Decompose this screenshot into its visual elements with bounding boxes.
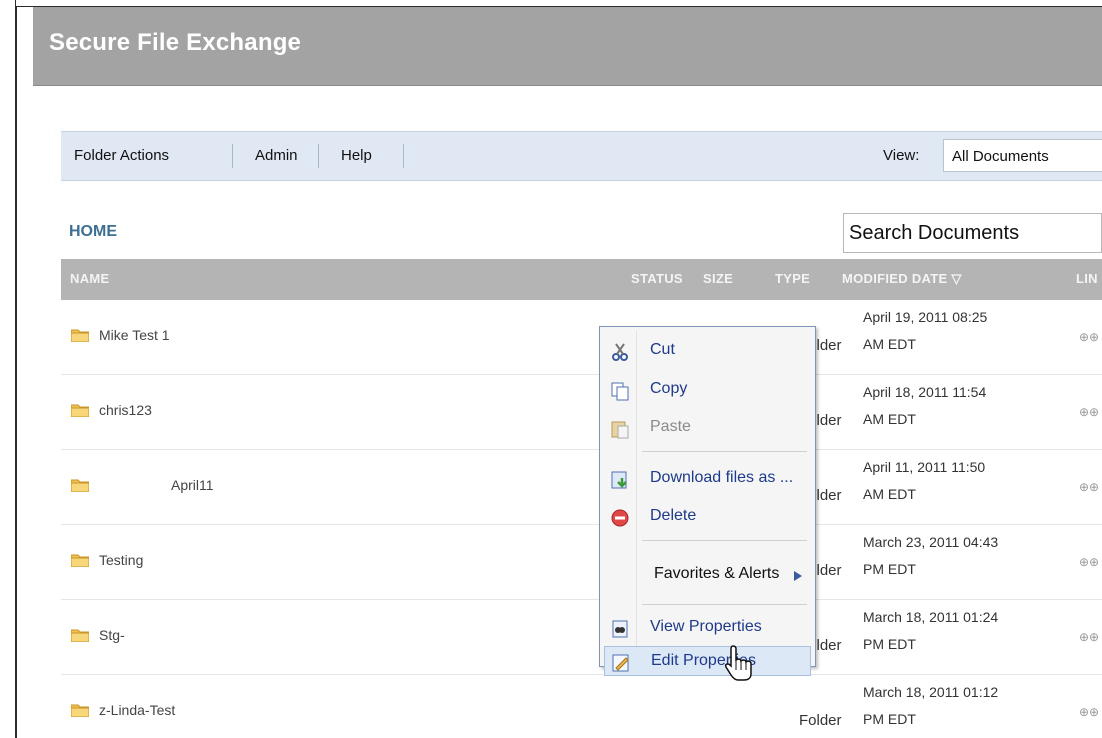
date-line: AM EDT (863, 411, 916, 427)
menu-item-label: Download files as ... (650, 469, 794, 486)
table-header: NAME STATUS SIZE TYPE MODIFIED DATE ▽ LI… (61, 259, 1102, 300)
menu-separator (642, 540, 807, 541)
menu-bar: Folder Actions Admin Help View: All Docu… (61, 131, 1102, 181)
link-icon[interactable]: ⊕⊕ (1079, 405, 1099, 419)
view-select[interactable]: All Documents (943, 139, 1102, 172)
date-line: AM EDT (863, 336, 916, 352)
menu-item-label: View Properties (650, 618, 762, 635)
row-type: Folder (799, 712, 842, 729)
row-modified-date: April 19, 2011 08:25 AM EDT (863, 304, 987, 358)
date-line: April 11, 2011 11:50 (863, 459, 986, 475)
folder-icon (71, 554, 89, 567)
menu-folder-actions[interactable]: Folder Actions (74, 147, 169, 164)
column-modified-date-header[interactable]: MODIFIED DATE ▽ (842, 271, 962, 287)
menu-item-label: Paste (650, 418, 691, 435)
menu-item-label: Copy (650, 380, 688, 397)
row-modified-date: April 11, 2011 11:50 AM EDT (863, 454, 985, 508)
edit-icon (612, 654, 629, 672)
row-modified-date: March 23, 2011 04:43 PM EDT (863, 529, 998, 583)
table-row[interactable]: Mike Test 1 Folder April 19, 2011 08:25 A… (61, 300, 1102, 375)
folder-icon (71, 479, 89, 492)
menu-item-cut[interactable]: Cut (604, 336, 811, 366)
menu-item-copy[interactable]: Copy (604, 375, 811, 405)
date-line: PM EDT (863, 711, 916, 727)
menu-item-label: Favorites & Alerts (654, 565, 780, 582)
date-line: PM EDT (863, 636, 916, 652)
date-line: March 23, 2011 04:43 (863, 534, 999, 550)
folder-icon (71, 629, 89, 642)
column-link-header[interactable]: LIN (1076, 271, 1098, 286)
menu-divider (403, 144, 404, 168)
app-title: Secure File Exchange (49, 29, 302, 56)
submenu-arrow-icon (794, 571, 802, 581)
context-menu: Cut Copy Paste Download files as ... Del… (599, 326, 816, 676)
hand-cursor-icon (724, 645, 752, 681)
date-line: April 18, 2011 11:54 (863, 384, 987, 400)
menu-divider (318, 144, 319, 168)
menu-item-download[interactable]: Download files as ... (604, 464, 811, 494)
link-icon[interactable]: ⊕⊕ (1079, 330, 1099, 344)
folder-icon (71, 329, 89, 342)
delete-icon (611, 509, 629, 527)
link-icon[interactable]: ⊕⊕ (1079, 555, 1099, 569)
date-line: March 18, 2011 01:12 (863, 684, 999, 700)
paste-icon (611, 421, 629, 439)
menu-separator (642, 451, 807, 452)
app-frame: Secure File Exchange Folder Actions Admi… (33, 7, 1102, 738)
window-left-border (0, 0, 17, 738)
table-row[interactable]: April11 Folder April 11, 2011 11:50 AM ED… (61, 450, 1102, 525)
row-name[interactable]: Testing (99, 552, 143, 568)
date-line: AM EDT (863, 486, 916, 502)
scissors-icon (612, 343, 628, 361)
view-label: View: (883, 147, 920, 164)
menu-item-label: Delete (650, 507, 697, 524)
row-modified-date: March 18, 2011 01:12 PM EDT (863, 679, 998, 733)
row-modified-date: April 18, 2011 11:54 AM EDT (863, 379, 986, 433)
folder-icon (71, 404, 89, 417)
menu-separator (642, 604, 807, 605)
table-row[interactable]: Stg- Folder March 18, 2011 01:24 PM EDT ⊕… (61, 600, 1102, 675)
row-modified-date: March 18, 2011 01:24 PM EDT (863, 604, 998, 658)
menu-item-favorites-alerts[interactable]: Favorites & Alerts (604, 559, 811, 589)
download-icon (611, 471, 627, 489)
search-documents-input[interactable]: Search Documents (843, 213, 1102, 253)
row-name[interactable]: z-Linda-Test (99, 702, 175, 718)
link-icon[interactable]: ⊕⊕ (1079, 630, 1099, 644)
link-icon[interactable]: ⊕⊕ (1079, 705, 1099, 719)
folder-icon (71, 704, 89, 717)
breadcrumb-home[interactable]: HOME (69, 223, 117, 241)
column-size-header[interactable]: SIZE (703, 271, 733, 286)
menu-item-label: Cut (650, 341, 675, 358)
window-top-border (16, 0, 1102, 7)
column-status-header[interactable]: STATUS (631, 271, 683, 286)
link-icon[interactable]: ⊕⊕ (1079, 480, 1099, 494)
row-name[interactable]: April11 (171, 477, 214, 493)
copy-icon (611, 382, 629, 401)
menu-item-view-properties[interactable]: View Properties (604, 613, 811, 643)
menu-divider (232, 144, 233, 168)
menu-help[interactable]: Help (341, 147, 372, 164)
menu-admin[interactable]: Admin (255, 147, 298, 164)
properties-icon (612, 620, 628, 638)
row-name[interactable]: chris123 (99, 402, 152, 418)
table-row[interactable]: z-Linda-Test Folder March 18, 2011 01:12… (61, 675, 1102, 738)
row-name[interactable]: Mike Test 1 (99, 327, 170, 343)
menu-item-paste[interactable]: Paste (604, 413, 811, 443)
date-line: PM EDT (863, 561, 916, 577)
date-line: April 19, 2011 08:25 (863, 309, 988, 325)
menu-item-edit-properties[interactable]: Edit Properties (604, 646, 811, 676)
app-header: Secure File Exchange (33, 7, 1102, 86)
table-row[interactable]: chris123 Folder April 18, 2011 11:54 AM E… (61, 375, 1102, 450)
date-line: March 18, 2011 01:24 (863, 609, 999, 625)
row-name[interactable]: Stg- (99, 627, 125, 643)
menu-item-delete[interactable]: Delete (604, 502, 811, 532)
column-type-header[interactable]: TYPE (775, 271, 810, 286)
table-row[interactable]: Testing Folder March 23, 2011 04:43 PM ED… (61, 525, 1102, 600)
column-name-header[interactable]: NAME (70, 271, 109, 286)
